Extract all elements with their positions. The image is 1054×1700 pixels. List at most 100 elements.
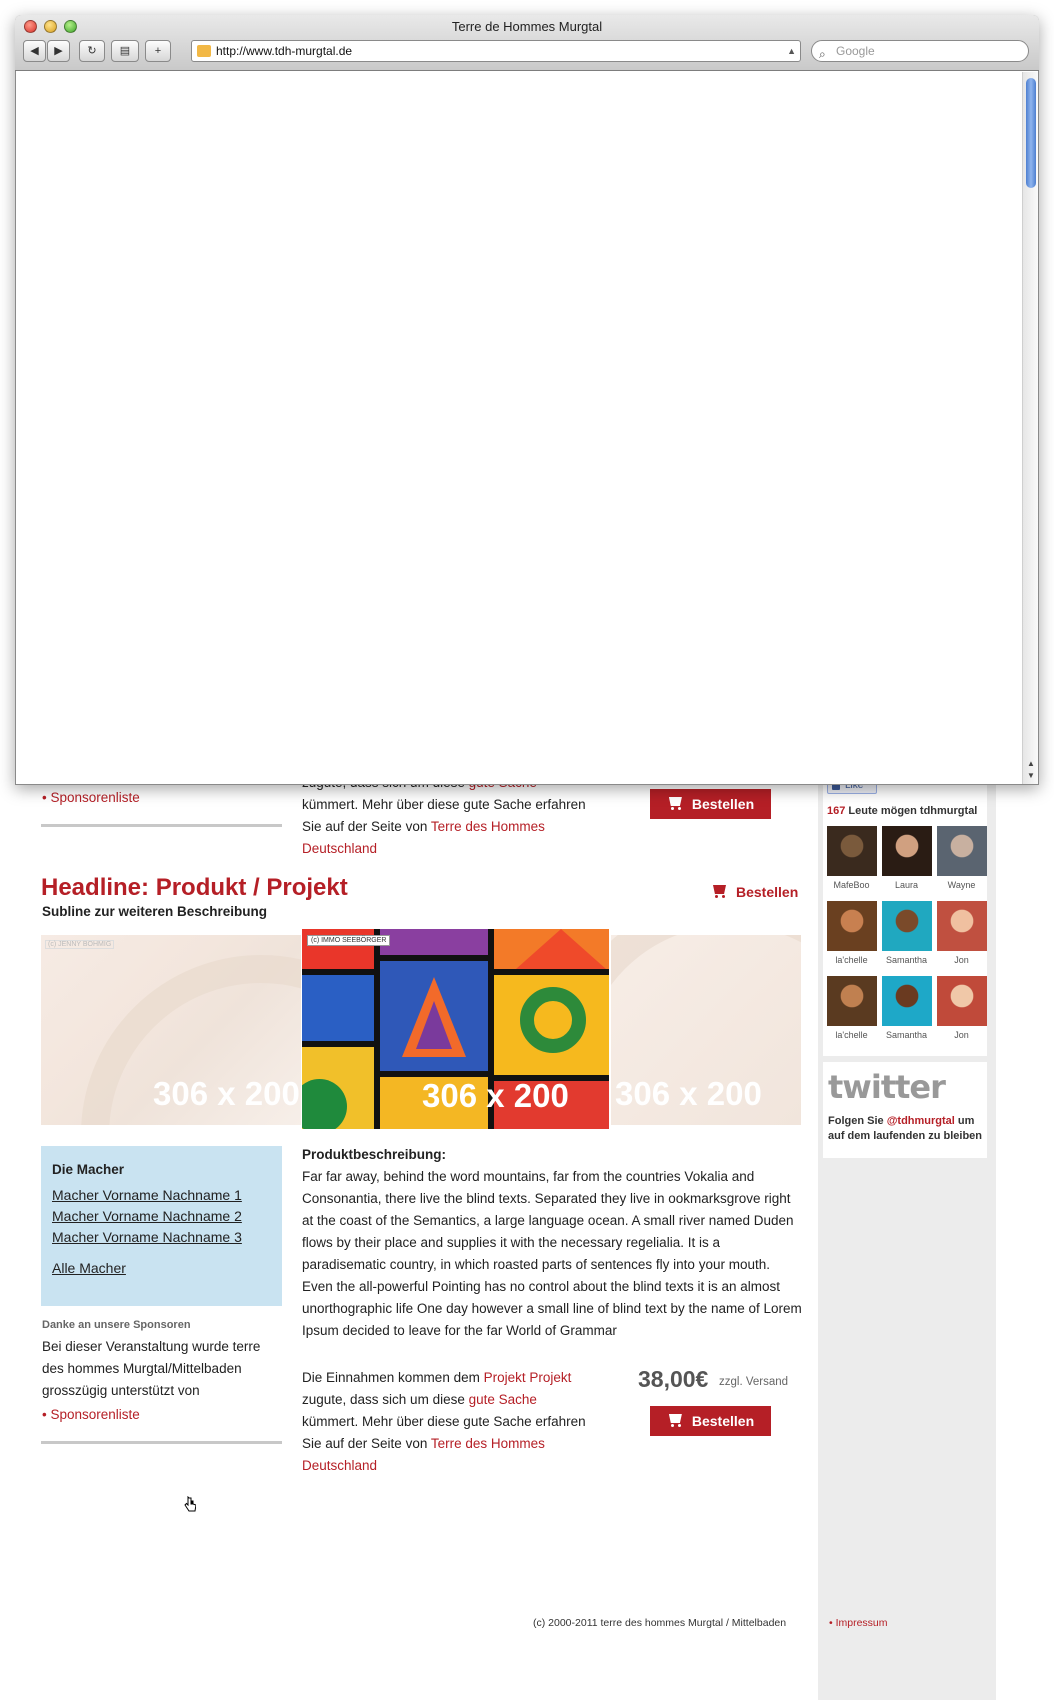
- gute-sache-link[interactable]: gute Sache: [469, 1392, 537, 1407]
- nav-item-helfen[interactable]: Helfen: [444, 205, 487, 221]
- gallery-image-main[interactable]: (c) IMMO SEEBÖRGER 306 x 200: [302, 929, 609, 1129]
- contact-phone: Tel. 07222 - 3 29 27: [829, 466, 936, 480]
- folder-favicon-icon: [197, 45, 211, 57]
- facebook-like-button[interactable]: Like: [827, 777, 877, 794]
- facebook-fan[interactable]: Wayne: [936, 826, 987, 901]
- fan-name: Samantha: [885, 1030, 928, 1040]
- description-paragraph-2: Even the all-powerful Pointing has no co…: [302, 662, 802, 721]
- search-input[interactable]: ⌕ Google: [811, 40, 1029, 62]
- facebook-fan[interactable]: MafeBoo: [826, 826, 877, 901]
- alle-macher-link[interactable]: Alle Macher: [52, 1260, 271, 1276]
- twitter-logo[interactable]: twitter: [828, 1068, 946, 1106]
- facebook-faces: MafeBoo Laura Wayne la'chelle Samantha Jon la'…: [826, 826, 987, 1051]
- sponsor-list-link[interactable]: • Sponsorenliste: [42, 1407, 140, 1422]
- projekt-link[interactable]: Projekt Projekt: [484, 753, 572, 768]
- divider: [41, 1441, 282, 1444]
- facebook-fan[interactable]: la'chelle: [826, 901, 877, 976]
- order-link-top[interactable]: Bestellen: [711, 267, 798, 283]
- image-size-label: 306 x 200: [422, 460, 569, 497]
- facebook-fan[interactable]: Laura: [881, 826, 932, 901]
- donation-account-button[interactable]: i Unser Spendenkonto: [813, 69, 998, 101]
- scrollbar-thumb[interactable]: [1026, 78, 1036, 188]
- contact-role-line2[interactable]: Allgemeines: [826, 628, 908, 646]
- all-contacts-link[interactable]: Alle Ansprechpartner: [830, 708, 990, 732]
- twitter-handle-link[interactable]: @tdhmurgtal: [887, 1115, 955, 1127]
- main-navigation: Start Veranstaltungen Über Uns Meldungen…: [42, 205, 639, 221]
- macher-box: Die Macher Macher Vorname Nachname 1 Mac…: [41, 1146, 282, 1306]
- nav-item-ueber-uns[interactable]: Über Uns: [219, 205, 281, 221]
- product-subline: Subline zur weiteren Beschreibung: [42, 904, 268, 919]
- donate-online-button[interactable]: sicher & schnell online spenden: [817, 186, 992, 226]
- cart-icon: [711, 268, 728, 281]
- url-input[interactable]: http://www.tdh-murgtal.de ▲: [191, 40, 801, 62]
- macher-link-2[interactable]: Macher Vorname Nachname 2: [52, 1208, 271, 1224]
- gallery-image-main[interactable]: (c) IMMO SEEBÖRGER 306 x 200: [302, 312, 609, 512]
- facebook-fan[interactable]: Samantha: [881, 901, 932, 976]
- gallery-image-left[interactable]: (c) JENNY BOHMIG 306 x 200: [41, 318, 301, 508]
- nav-item-kontakt[interactable]: Kontakt: [569, 205, 621, 221]
- macher-link-2[interactable]: Macher Vorname Nachname 2: [52, 591, 271, 607]
- macher-link-1[interactable]: Macher Vorname Nachname 1: [52, 1187, 271, 1203]
- product-gallery[interactable]: (c) JENNY BOHMIG 306 x 200 306 x 200 (c)…: [41, 312, 801, 512]
- image-size-label: 306 x 200: [153, 1075, 300, 1112]
- cart-icon: [667, 1414, 684, 1427]
- reload-icon: ↻: [87, 45, 97, 57]
- vertical-scrollbar[interactable]: ▲ ▼: [1022, 72, 1038, 784]
- add-bookmark-button[interactable]: +: [145, 40, 171, 62]
- nav-item-presse[interactable]: Presse: [505, 205, 551, 221]
- facebook-fan[interactable]: Jon: [936, 976, 987, 1051]
- contact-role[interactable]: Projekt Infos: [826, 421, 911, 439]
- screenshot-button[interactable]: ▤: [111, 40, 139, 62]
- alle-macher-link[interactable]: Alle Macher: [52, 643, 271, 659]
- product-subline: Subline zur weiteren Beschreibung: [42, 287, 268, 302]
- contact-label: Ihr Ansprechpartner für: [827, 408, 934, 419]
- nav-item-shop[interactable]: Shop: [391, 205, 426, 221]
- gallery-image-right[interactable]: 306 x 200: [611, 935, 801, 1125]
- contact-role[interactable]: Sponsoring &: [826, 610, 918, 628]
- projekt-link[interactable]: Projekt Projekt: [484, 1370, 572, 1385]
- order-link-top[interactable]: Bestellen: [711, 884, 798, 900]
- order-button[interactable]: Bestellen: [650, 1406, 771, 1436]
- back-button[interactable]: ◀: [23, 40, 46, 62]
- scroll-arrow-icons[interactable]: ▲ ▼: [1023, 758, 1039, 782]
- gallery-image-left[interactable]: (c) JENNY BOHMIG 306 x 200: [41, 935, 301, 1125]
- url-dropdown-icon: ▲: [787, 46, 796, 56]
- macher-box: Die Macher Macher Vorname Nachname 1 Mac…: [41, 529, 282, 689]
- impressum-link[interactable]: • Impressum: [829, 1617, 888, 1629]
- fan-name: Samantha: [885, 955, 928, 965]
- divider: [41, 824, 282, 827]
- gute-sache-link[interactable]: gute Sache: [469, 775, 537, 790]
- product-gallery[interactable]: (c) JENNY BOHMIG 306 x 200 306 x 200 (c)…: [41, 929, 801, 1129]
- image-size-label: 306 x 200: [422, 1077, 569, 1114]
- fan-avatar: [936, 826, 987, 876]
- fan-name: MafeBoo: [833, 880, 870, 890]
- facebook-fan[interactable]: la'chelle: [826, 976, 877, 1051]
- macher-link-3[interactable]: Macher Vorname Nachname 3: [52, 612, 271, 628]
- contact-avatar: [822, 497, 988, 587]
- reload-button[interactable]: ↻: [79, 40, 105, 62]
- cart-icon: [711, 885, 728, 898]
- forward-button[interactable]: ▶: [47, 40, 70, 62]
- fan-avatar: [826, 901, 877, 951]
- order-button[interactable]: Bestellen: [650, 789, 771, 819]
- hand-cursor-icon: [184, 1496, 196, 1512]
- nav-item-veranstaltungen[interactable]: Veranstaltungen: [92, 205, 201, 221]
- description-paragraph-1: Far far away, behind the word mountains,…: [302, 552, 794, 655]
- description-title: Produktbeschreibung:: [302, 1147, 447, 1162]
- gallery-image-right[interactable]: 306 x 200: [611, 318, 801, 508]
- fan-name: Jon: [954, 955, 969, 965]
- browser-toolbar: Terre de Hommes Murgtal ◀ ▶ ↻ ▤ + http:/…: [15, 15, 1039, 71]
- macher-link-3[interactable]: Macher Vorname Nachname 3: [52, 1229, 271, 1245]
- facebook-fan[interactable]: Jon: [936, 901, 987, 976]
- nav-item-meldungen[interactable]: Meldungen: [299, 205, 373, 221]
- forward-arrow-icon: ▶: [54, 45, 63, 57]
- image-size-label: 306 x 200: [615, 458, 762, 495]
- facebook-fan[interactable]: Samantha: [881, 976, 932, 1051]
- nav-item-start[interactable]: Start: [42, 205, 74, 221]
- info-icon: i: [813, 72, 839, 98]
- sponsor-list-link[interactable]: • Sponsorenliste: [42, 790, 140, 805]
- image-credit: (c) IMMO SEEBÖRGER: [307, 318, 391, 329]
- fan-name: Wayne: [947, 880, 976, 890]
- image-credit-left: (c) JENNY BOHMIG: [45, 323, 115, 332]
- macher-link-1[interactable]: Macher Vorname Nachname 1: [52, 570, 271, 586]
